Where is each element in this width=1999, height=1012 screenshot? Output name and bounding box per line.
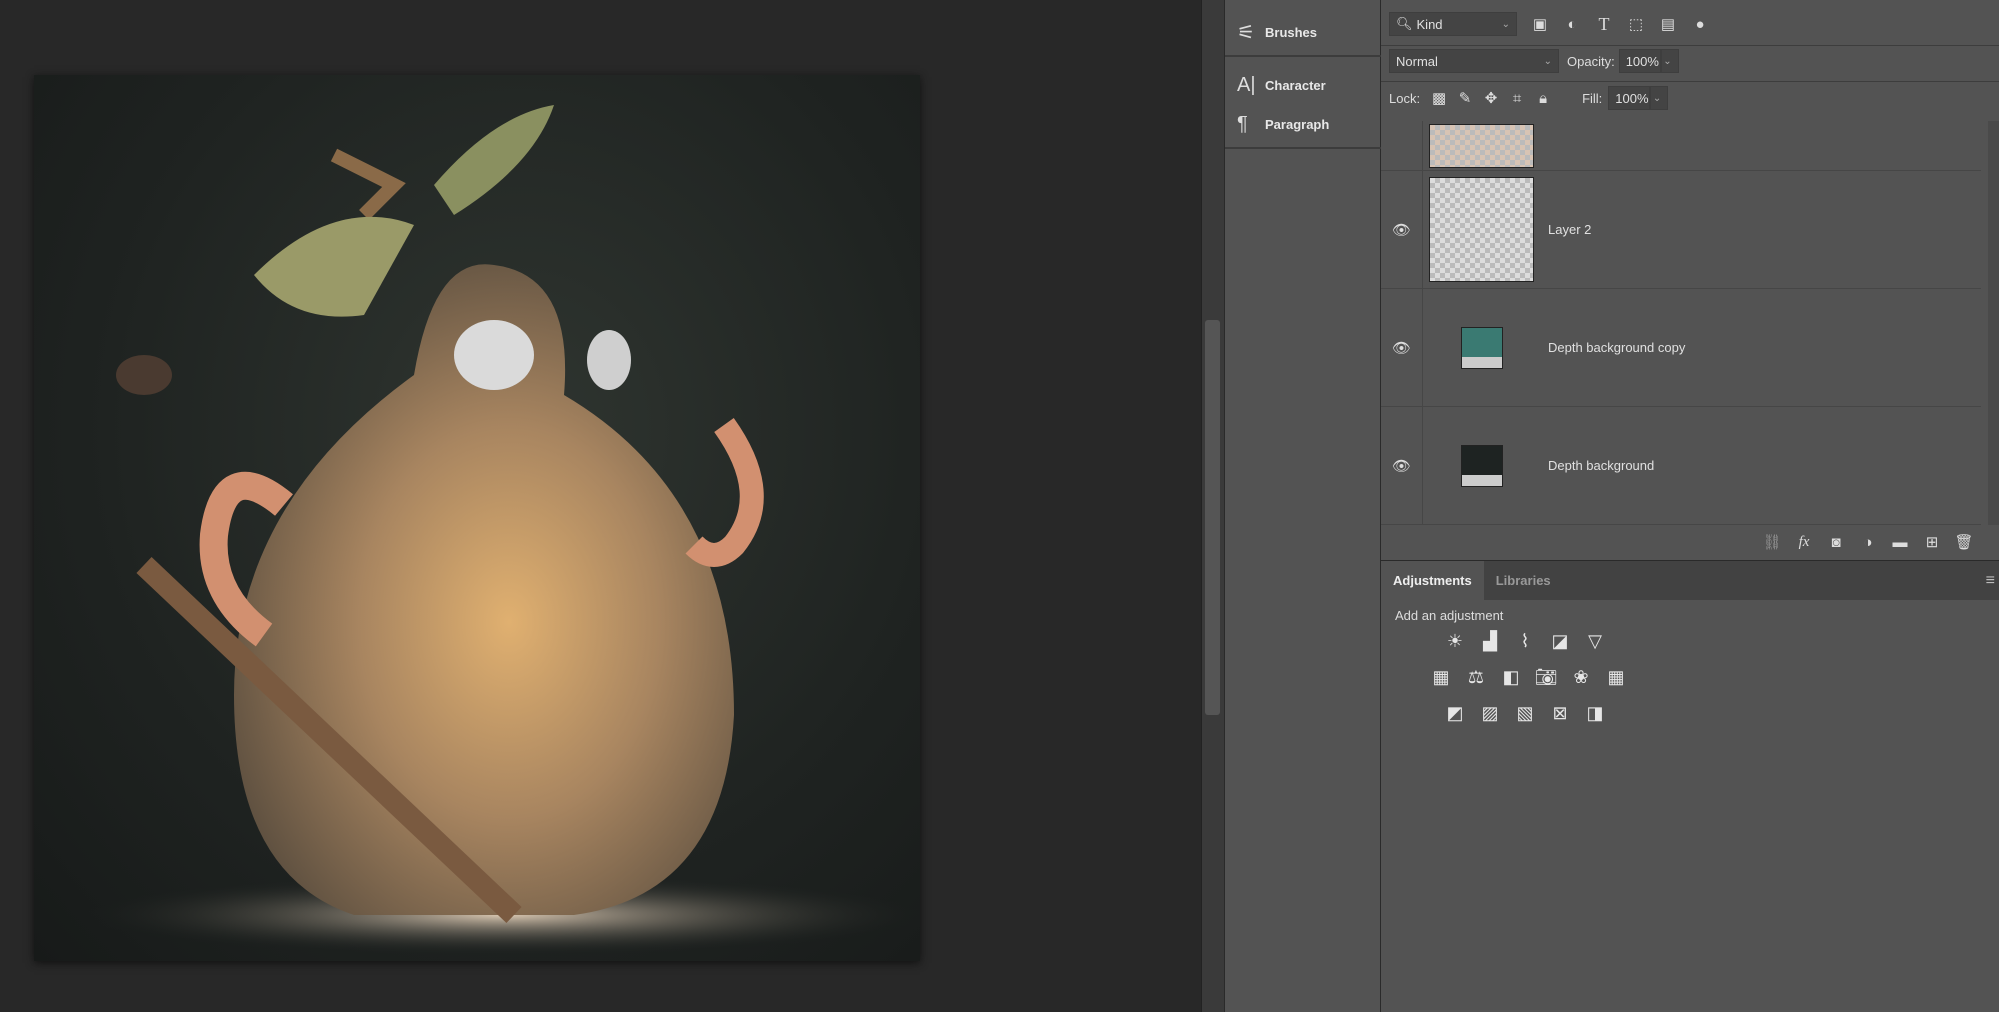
posterize-icon[interactable]: ▨ xyxy=(1477,700,1503,726)
layer-thumbnail xyxy=(1429,123,1534,168)
channel-mixer-icon[interactable]: ❀ xyxy=(1568,664,1594,690)
pixel-filter-icon[interactable]: ▣ xyxy=(1529,13,1551,35)
adjustments-panel: Adjustments Libraries ≡ Add an adjustmen… xyxy=(1381,560,1999,1012)
lock-position-icon[interactable]: ✥ xyxy=(1480,87,1502,109)
color-lookup-icon[interactable]: ▦ xyxy=(1603,664,1629,690)
layer-row[interactable]: 👁︎ Depth background xyxy=(1381,407,1981,525)
black-white-icon[interactable]: ◧ xyxy=(1498,664,1524,690)
fill-label: Fill: xyxy=(1582,90,1603,106)
chevron-down-icon: ⌄ xyxy=(1663,55,1672,67)
divider xyxy=(1381,45,1999,46)
threshold-icon[interactable]: ▧ xyxy=(1512,700,1538,726)
layer-name[interactable]: Depth background copy xyxy=(1548,340,1685,355)
color-balance-icon[interactable]: ⚖ xyxy=(1463,664,1489,690)
blend-mode-dropdown[interactable]: Normal ⌄ xyxy=(1389,49,1559,73)
layer-name[interactable]: Depth background xyxy=(1548,458,1654,473)
lock-artboard-icon[interactable]: ⌗ xyxy=(1506,87,1528,109)
fx-icon[interactable]: fx xyxy=(1793,531,1815,553)
chevron-down-icon: ⌄ xyxy=(1652,92,1662,104)
gradient-map-icon[interactable]: ◨ xyxy=(1582,700,1608,726)
filter-kind-dropdown[interactable]: 🔍︎ Kind ⌄ xyxy=(1389,12,1517,36)
chevron-down-icon: ⌄ xyxy=(1543,55,1552,67)
layer-row[interactable] xyxy=(1381,121,1981,171)
lock-all-icon[interactable]: 🔒︎ xyxy=(1532,87,1554,109)
lock-image-pixels-icon[interactable]: ✎ xyxy=(1454,87,1476,109)
layer-thumbnail xyxy=(1460,444,1503,487)
new-group-icon[interactable]: ▬ xyxy=(1889,531,1911,553)
divider xyxy=(1225,147,1382,149)
adjustment-filter-icon[interactable]: ◐ xyxy=(1561,13,1583,35)
brushes-panel-button[interactable]: ⚟ Brushes xyxy=(1237,17,1317,47)
photo-filter-icon[interactable]: 📷︎ xyxy=(1533,664,1559,690)
panel-menu-icon[interactable]: ≡ xyxy=(1986,561,1999,600)
lock-label: Lock: xyxy=(1389,90,1421,106)
eye-icon[interactable]: 👁︎ xyxy=(1381,407,1423,524)
collapsed-panel-dock: ⚟ Brushes A| Character ¶ Paragraph xyxy=(1224,0,1382,1012)
layer-thumbnail xyxy=(1460,326,1503,369)
character-icon: A| xyxy=(1237,73,1256,96)
lock-transparent-pixels-icon[interactable]: ▩ xyxy=(1428,87,1450,109)
layer-row[interactable]: 👁︎ Layer 2 xyxy=(1381,171,1981,289)
chevron-down-icon: ⌄ xyxy=(1501,18,1510,30)
opacity-label: Opacity: xyxy=(1567,53,1615,69)
eye-icon[interactable]: 👁︎ xyxy=(1381,289,1423,406)
divider xyxy=(1225,55,1382,57)
add-adjustment-label: Add an adjustment xyxy=(1395,608,1504,623)
add-mask-icon[interactable]: ◙ xyxy=(1825,531,1847,553)
smart-object-filter-icon[interactable]: ▤ xyxy=(1657,13,1679,35)
visibility-toggle[interactable] xyxy=(1381,121,1423,170)
new-layer-icon[interactable]: ⊞ xyxy=(1921,531,1943,553)
brightness-contrast-icon[interactable]: ☀ xyxy=(1442,628,1468,654)
search-icon: 🔍︎ xyxy=(1396,16,1413,31)
artwork-image xyxy=(34,75,920,961)
curves-icon[interactable]: ⌇ xyxy=(1512,628,1538,654)
link-layers-icon[interactable]: ⛓ xyxy=(1761,531,1783,553)
fill-input[interactable]: 100% xyxy=(1608,86,1651,110)
layer-name[interactable]: Layer 2 xyxy=(1548,222,1591,237)
filter-toggle-icon[interactable]: ● xyxy=(1689,13,1711,35)
new-adjustment-layer-icon[interactable]: ◑ xyxy=(1857,531,1879,553)
layers-scrollbar[interactable] xyxy=(1988,121,1999,525)
hue-saturation-icon[interactable]: ▦ xyxy=(1428,664,1454,690)
shape-filter-icon[interactable]: ⬚ xyxy=(1625,13,1647,35)
paragraph-icon: ¶ xyxy=(1237,112,1248,135)
type-filter-icon[interactable]: T xyxy=(1593,13,1615,35)
selective-color-icon[interactable]: ⊠ xyxy=(1547,700,1573,726)
tab-libraries[interactable]: Libraries xyxy=(1484,561,1563,600)
vibrance-icon[interactable]: ▽ xyxy=(1582,628,1608,654)
layer-thumbnail xyxy=(1429,177,1534,282)
invert-icon[interactable]: ◩ xyxy=(1442,700,1468,726)
layer-row[interactable]: 👁︎ Depth background copy xyxy=(1381,289,1981,407)
paragraph-panel-button[interactable]: ¶ Paragraph xyxy=(1237,109,1329,139)
opacity-input[interactable]: 100% xyxy=(1618,49,1661,73)
tab-adjustments[interactable]: Adjustments xyxy=(1381,561,1484,600)
opacity-dropdown-button[interactable]: ⌄ xyxy=(1660,49,1679,73)
scrollbar-thumb[interactable] xyxy=(1205,320,1220,715)
layers-panel: 🔍︎ Kind ⌄ ▣ ◐ T ⬚ ▤ ● Normal ⌄ Opacity: 100… xyxy=(1381,0,1999,560)
levels-icon[interactable]: ▟ xyxy=(1477,628,1503,654)
delete-layer-icon[interactable]: 🗑︎ xyxy=(1953,531,1975,553)
divider xyxy=(1381,81,1999,82)
exposure-icon[interactable]: ◪ xyxy=(1547,628,1573,654)
eye-icon[interactable]: 👁︎ xyxy=(1381,171,1423,288)
fill-dropdown-button[interactable]: ⌄ xyxy=(1650,86,1669,110)
character-panel-button[interactable]: A| Character xyxy=(1237,70,1326,100)
brushes-icon: ⚟ xyxy=(1237,21,1255,44)
